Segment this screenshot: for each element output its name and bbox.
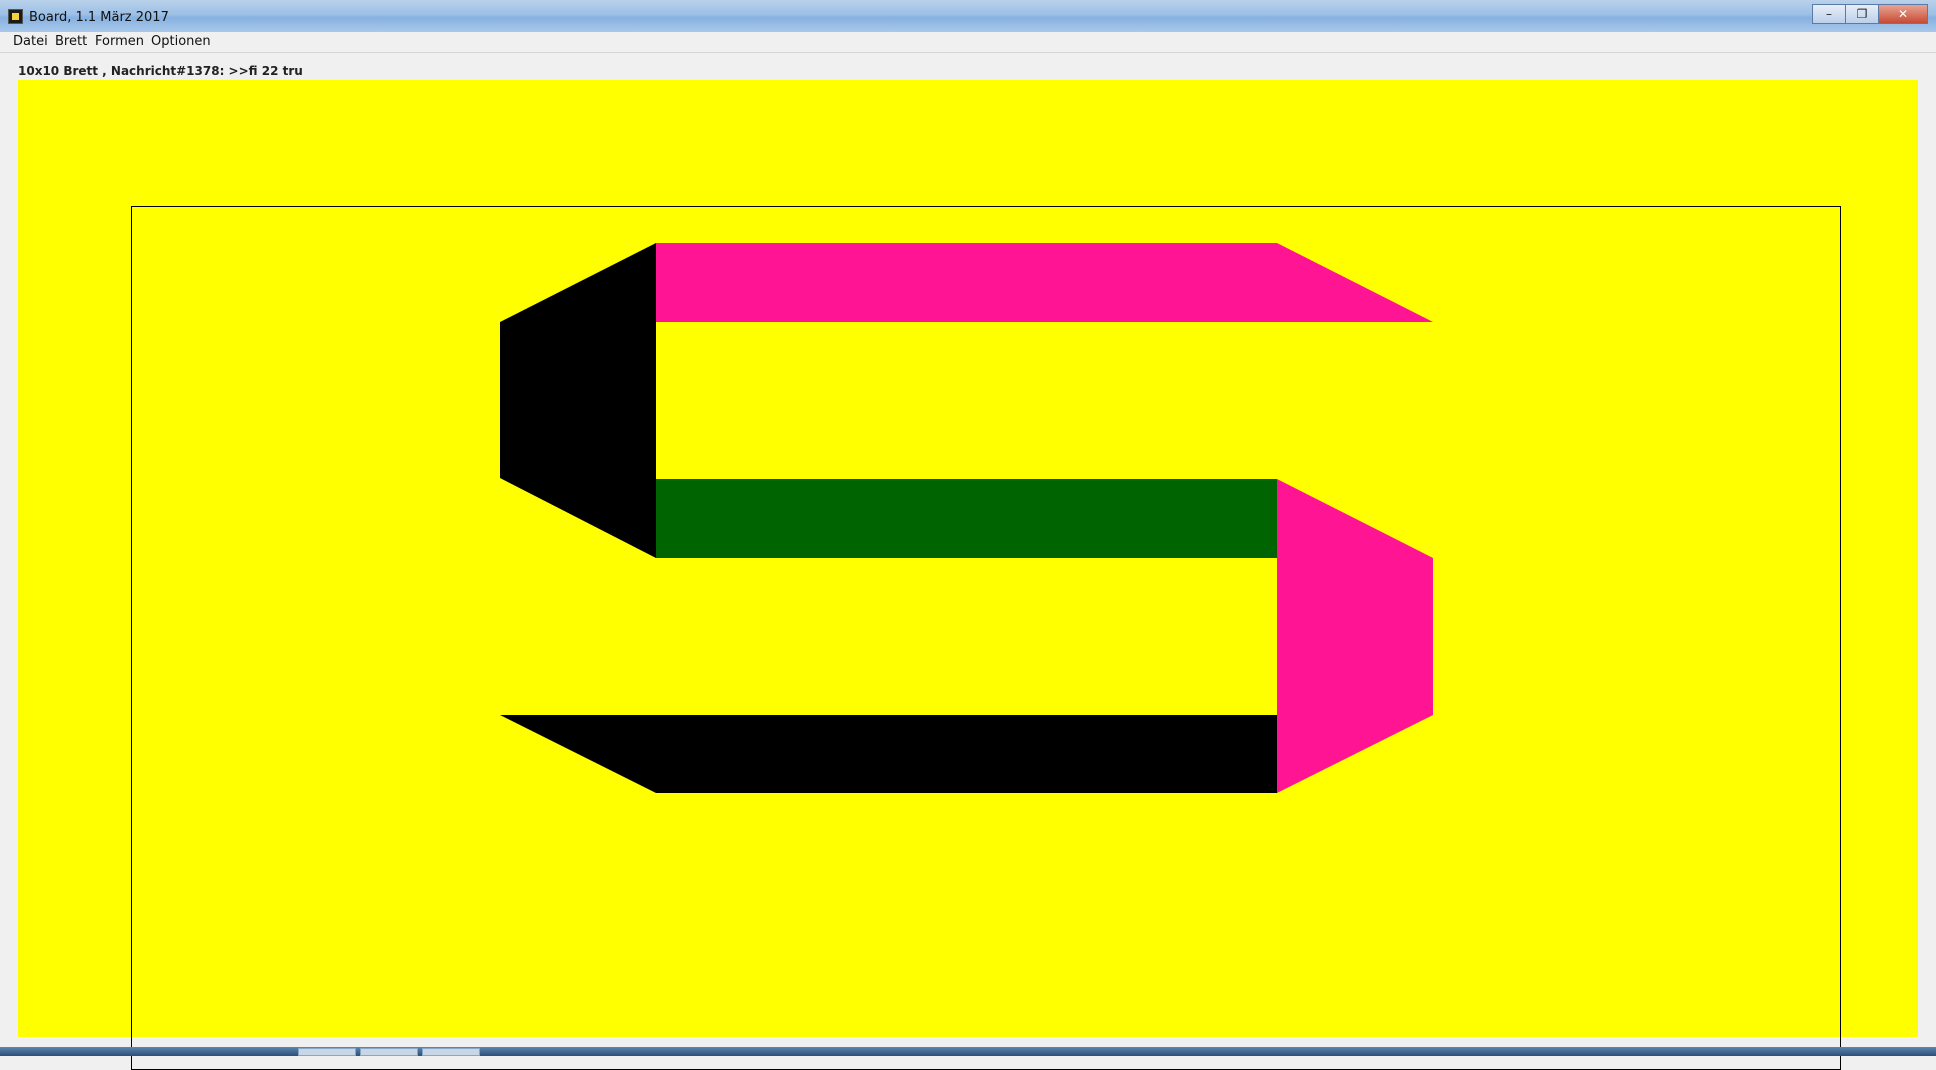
menu-brett[interactable]: Brett [55,34,87,49]
minimize-button[interactable]: – [1812,4,1846,24]
taskbar-button[interactable] [360,1048,418,1056]
menu-bar: Datei Brett Formen Optionen [0,32,1936,53]
menu-formen[interactable]: Formen [95,34,144,49]
shape-middle-bar[interactable] [656,479,1277,558]
shape-top-bar[interactable] [656,243,1433,322]
board-shapes [500,243,1433,793]
taskbar-button[interactable] [298,1048,356,1056]
title-bar: Board, 1.1 März 2017 – ❐ ✕ [0,0,1936,33]
status-message: 10x10 Brett , Nachricht#1378: >>fi 22 tr… [18,64,303,78]
shape-lower-right-side[interactable] [1277,479,1433,793]
shape-bottom-bar[interactable] [500,715,1277,793]
menu-datei[interactable]: Datei [13,34,48,49]
taskbar-button[interactable] [422,1048,480,1056]
window-title: Board, 1.1 März 2017 [29,10,169,25]
taskbar [0,1047,1936,1056]
maximize-button[interactable]: ❐ [1845,4,1879,24]
close-button[interactable]: ✕ [1878,4,1928,24]
board-canvas[interactable] [18,80,1918,1070]
window-controls: – ❐ ✕ [1812,4,1928,24]
shape-upper-left-side[interactable] [500,243,656,558]
app-icon[interactable] [8,9,23,24]
menu-optionen[interactable]: Optionen [151,34,211,49]
